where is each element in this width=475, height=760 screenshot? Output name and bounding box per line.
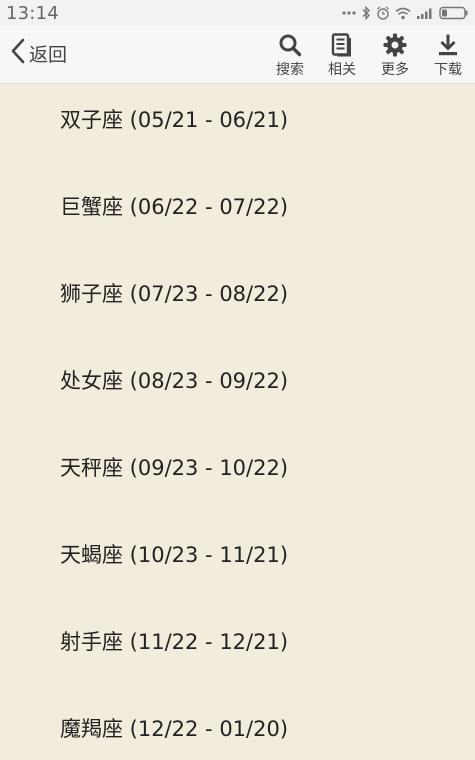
list-item-gemini[interactable]: 双子座 (05/21 - 06/21) <box>60 104 288 134</box>
document-icon <box>331 32 353 58</box>
alarm-icon <box>376 6 390 20</box>
notification-dots-icon <box>342 10 356 16</box>
battery-icon <box>439 6 469 20</box>
search-button[interactable]: 搜索 <box>265 32 315 80</box>
status-icons <box>342 6 469 20</box>
related-button[interactable]: 相关 <box>317 32 367 80</box>
related-label: 相关 <box>328 62 356 78</box>
status-time: 13:14 <box>6 2 59 24</box>
toolbar: 返回 搜索 相关 更多 下载 <box>0 26 475 84</box>
signal-icon <box>416 7 434 20</box>
wifi-icon <box>395 7 411 20</box>
search-icon <box>278 32 302 58</box>
list-item-virgo[interactable]: 处女座 (08/23 - 09/22) <box>60 365 288 395</box>
download-button[interactable]: 下载 <box>423 32 473 80</box>
back-label: 返回 <box>29 43 68 66</box>
chevron-left-icon <box>10 38 26 68</box>
back-button[interactable]: 返回 <box>10 36 67 70</box>
download-icon <box>436 32 460 58</box>
download-label: 下载 <box>434 62 462 78</box>
more-button[interactable]: 更多 <box>370 32 420 80</box>
list-item-scorpio[interactable]: 天蝎座 (10/23 - 11/21) <box>60 539 288 569</box>
more-label: 更多 <box>381 62 409 78</box>
list-item-cancer[interactable]: 巨蟹座 (06/22 - 07/22) <box>60 191 288 221</box>
list-item-capricorn[interactable]: 魔羯座 (12/22 - 01/20) <box>60 713 288 743</box>
list-item-sagittarius[interactable]: 射手座 (11/22 - 12/21) <box>60 626 288 656</box>
gear-icon <box>383 32 407 58</box>
list-item-libra[interactable]: 天秤座 (09/23 - 10/22) <box>60 452 288 482</box>
status-bar: 13:14 <box>0 0 475 26</box>
bluetooth-icon <box>361 6 371 20</box>
zodiac-list: 双子座 (05/21 - 06/21) 巨蟹座 (06/22 - 07/22) … <box>0 84 475 760</box>
list-item-leo[interactable]: 狮子座 (07/23 - 08/22) <box>60 278 288 308</box>
search-label: 搜索 <box>276 62 304 78</box>
